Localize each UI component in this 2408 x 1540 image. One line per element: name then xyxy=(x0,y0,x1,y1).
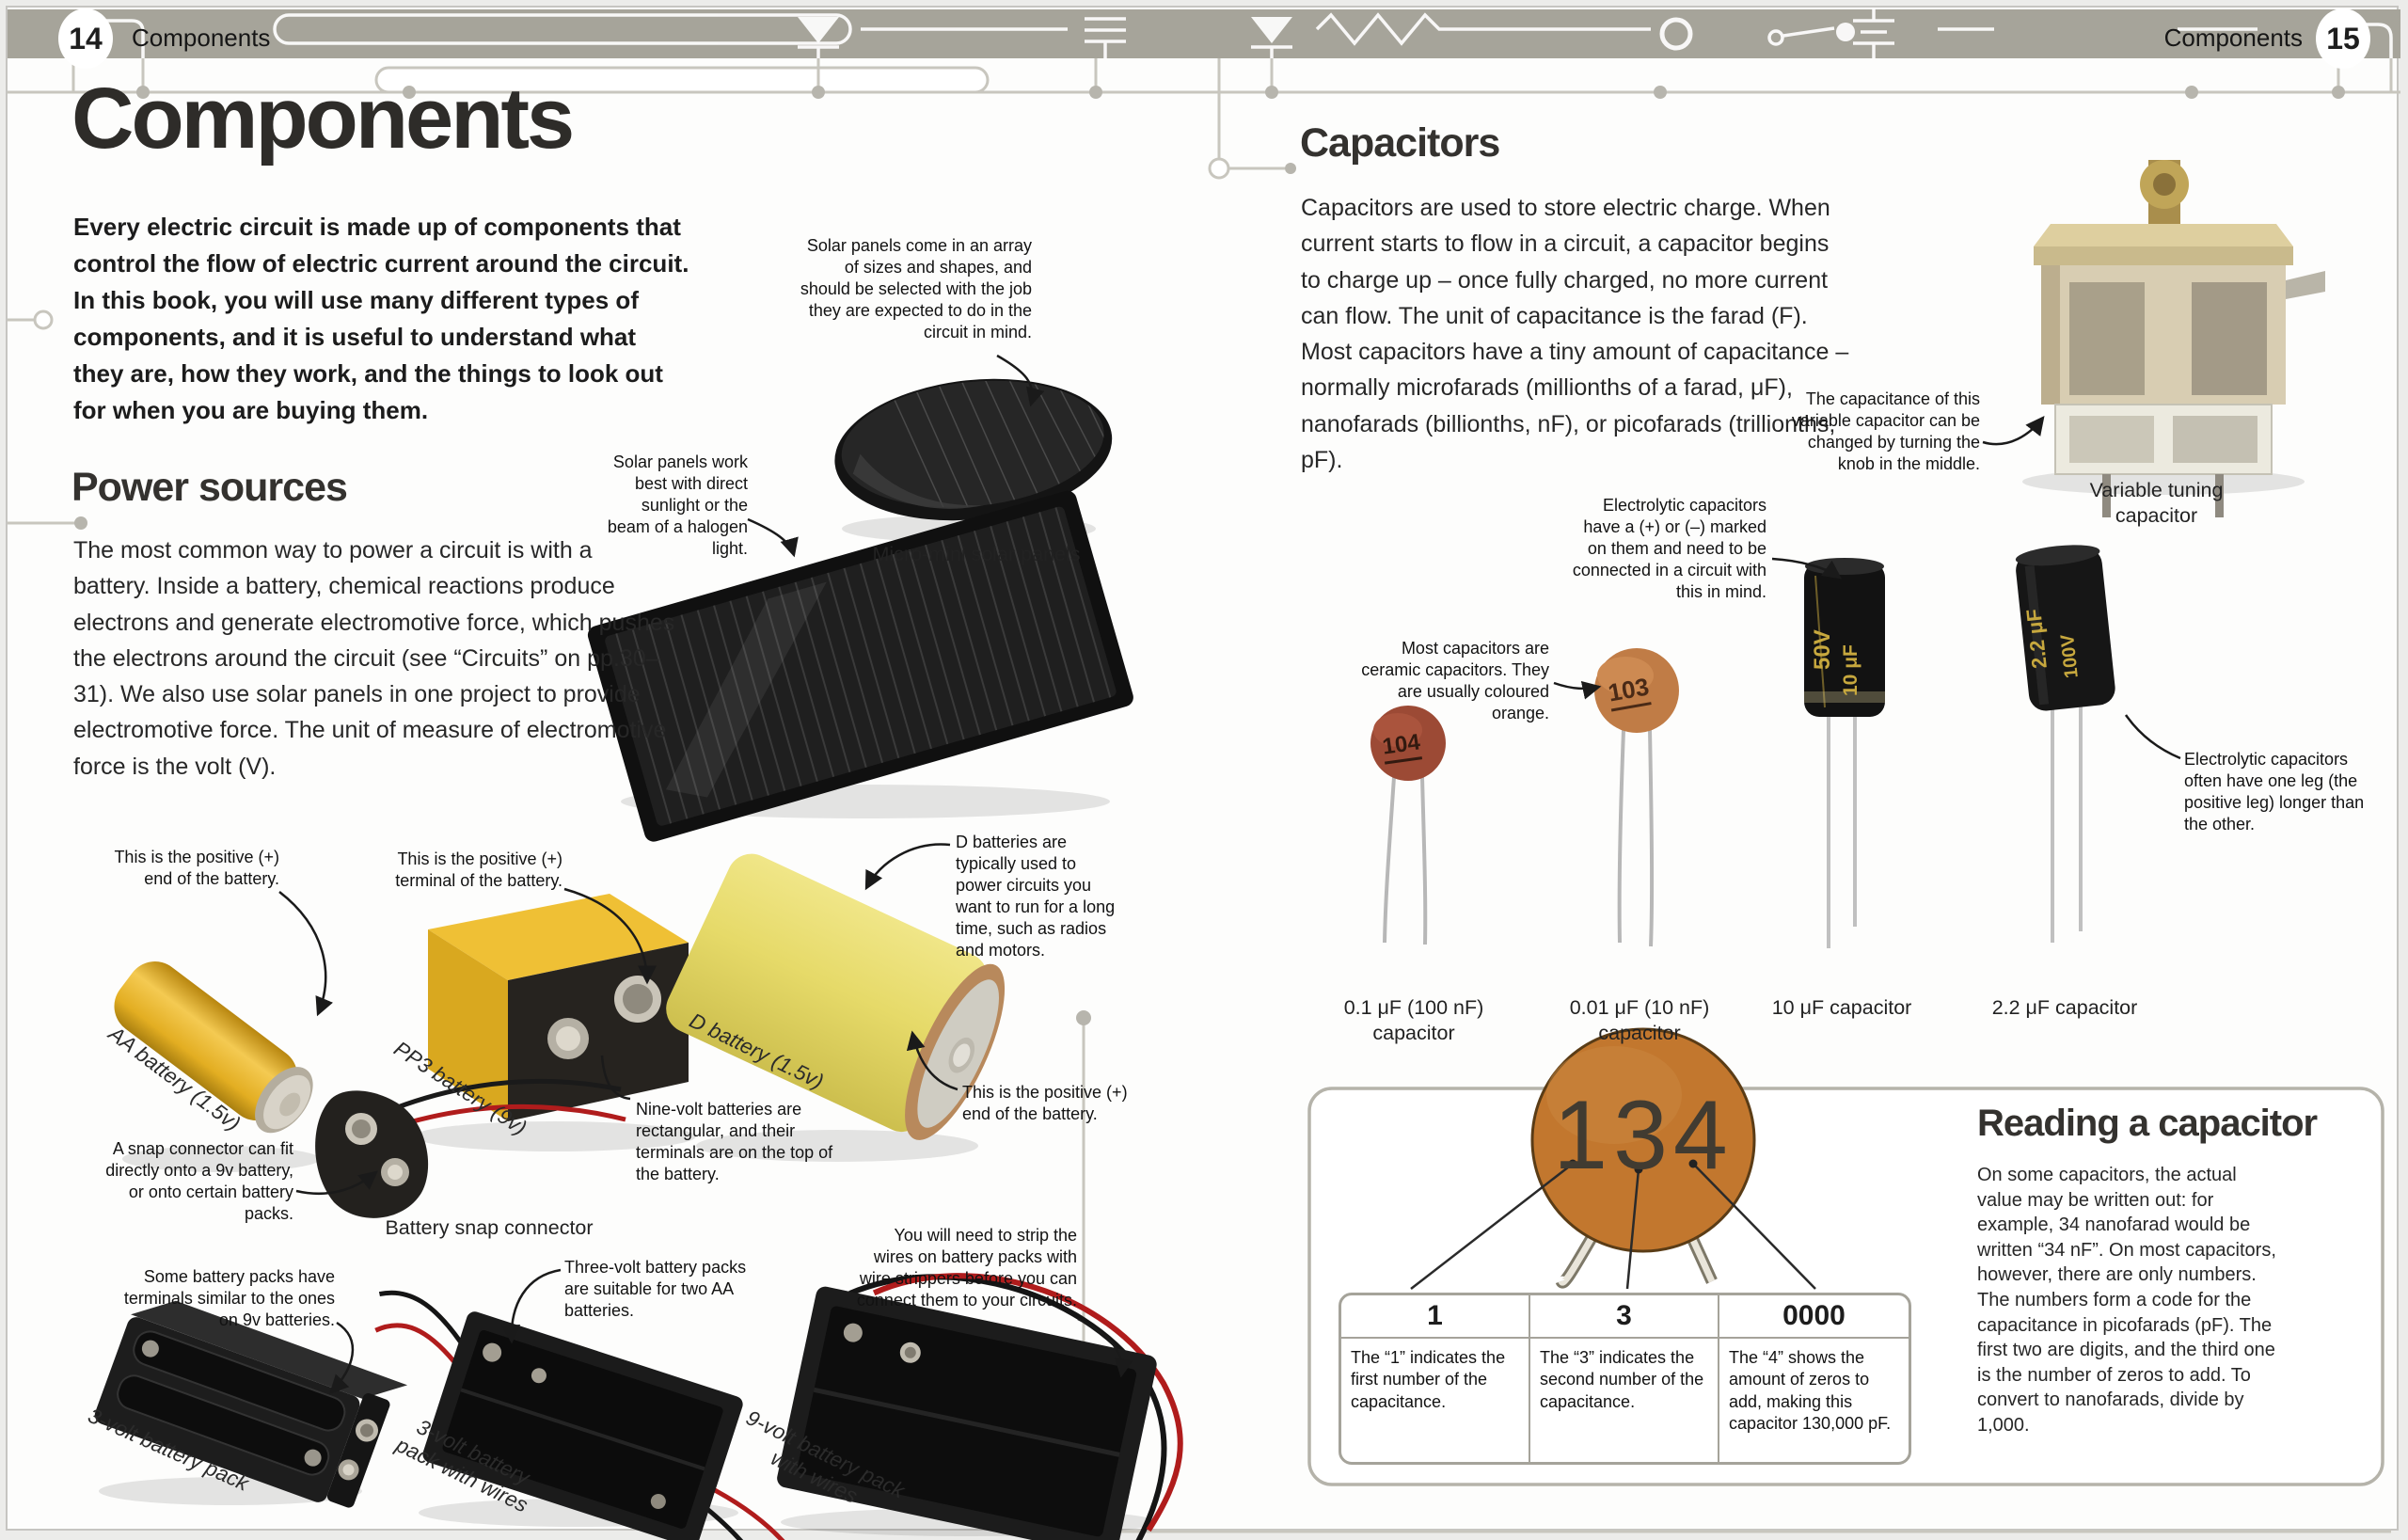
header-circuit-traces xyxy=(73,9,2391,58)
variable-capacitor-photo xyxy=(2034,160,2325,517)
page-number-left: 14 xyxy=(58,8,113,69)
annotation-pack-terminals: Some battery packs have terminals simila… xyxy=(120,1266,335,1331)
capacitor-code-table: 1 3 0000 The “1” indicates the first num… xyxy=(1339,1293,1911,1465)
annotation-aa-positive: This is the positive (+) end of the batt… xyxy=(89,847,279,890)
marking-100v: 100V xyxy=(2057,633,2083,679)
table-header-3: 3 xyxy=(1530,1295,1719,1339)
annotation-three-volt-packs: Three-volt battery packs are suitable fo… xyxy=(564,1257,748,1322)
marking-10uf: 10 μF xyxy=(1840,644,1862,696)
label-cap-2.2uf: 2.2 μF capacitor xyxy=(1980,995,2149,1021)
capacitors-heading: Capacitors xyxy=(1300,120,1499,167)
label-cap-0.01uf: 0.01 μF (10 nF) capacitor xyxy=(1550,995,1729,1046)
annotation-strip-wires: You will need to strip the wires on batt… xyxy=(851,1225,1077,1311)
power-sources-paragraph: The most common way to power a circuit i… xyxy=(73,532,675,785)
reading-box-title: Reading a capacitor xyxy=(1977,1103,2317,1145)
annotation-snap-connector: A snap connector can fit directly onto a… xyxy=(94,1138,293,1225)
label-cap-10uf: 10 μF capacitor xyxy=(1757,995,1926,1021)
marking-50v: 50V xyxy=(1810,629,1836,670)
annotation-electrolytic-polarity: Electrolytic capacitors have a (+) or (–… xyxy=(1564,495,1766,603)
label-variable-cap: Variable tuning capacitor xyxy=(2060,478,2253,529)
label-cap-0.1uf: 0.1 μF (100 nF) capacitor xyxy=(1324,995,1503,1046)
power-sources-heading: Power sources xyxy=(71,465,347,511)
marking-103: 103 xyxy=(1606,672,1652,711)
annotation-solar-selection: Solar panels come in an array of sizes a… xyxy=(800,235,1032,343)
table-cell-1: The “1” indicates the first number of th… xyxy=(1341,1339,1530,1462)
electrolytic-10uf-photo xyxy=(1804,558,1885,948)
annotation-nine-volt: Nine-volt batteries are rectangular, and… xyxy=(636,1099,843,1185)
page-number-right: 15 xyxy=(2316,8,2370,69)
header-title-left: Components xyxy=(132,24,270,53)
page-title: Components xyxy=(71,70,572,168)
annotation-solar-light: Solar panels work best with direct sunli… xyxy=(602,452,748,560)
annotation-pp3-positive: This is the positive (+) terminal of the… xyxy=(376,849,562,892)
table-header-0000: 0000 xyxy=(1719,1295,1909,1339)
table-cell-2: The “3” indicates the second number of t… xyxy=(1530,1339,1719,1462)
label-snap-connector: Battery snap connector xyxy=(357,1215,621,1241)
book-spread: 14 Components Components 15 Components E… xyxy=(0,0,2408,1540)
reading-box-paragraph: On some capacitors, the actual value may… xyxy=(1977,1163,2278,1438)
disc-134-value: 134 xyxy=(1540,1080,1747,1192)
annotation-electrolytic-leg: Electrolytic capacitors often have one l… xyxy=(2184,749,2386,835)
annotation-d-positive: This is the positive (+) end of the batt… xyxy=(962,1082,1136,1125)
annotation-d-usage: D batteries are typically used to power … xyxy=(956,832,1123,961)
capacitors-paragraph: Capacitors are used to store electric ch… xyxy=(1301,190,1851,478)
label-micro-mini-solar: Micro-mini solar panels xyxy=(863,542,1089,567)
electrolytic-2_2uf-photo xyxy=(2014,542,2117,943)
table-cell-3: The “4” shows the amount of zeros to add… xyxy=(1719,1339,1909,1462)
annotation-variable-cap: The capacitance of this variable capacit… xyxy=(1787,389,1980,475)
annotation-ceramic-orange: Most capacitors are ceramic capacitors. … xyxy=(1347,638,1549,724)
intro-paragraph: Every electric circuit is made up of com… xyxy=(73,209,689,429)
marking-104: 104 xyxy=(1381,729,1422,764)
table-header-1: 1 xyxy=(1341,1295,1530,1339)
header-title-right: Components xyxy=(2051,24,2303,53)
